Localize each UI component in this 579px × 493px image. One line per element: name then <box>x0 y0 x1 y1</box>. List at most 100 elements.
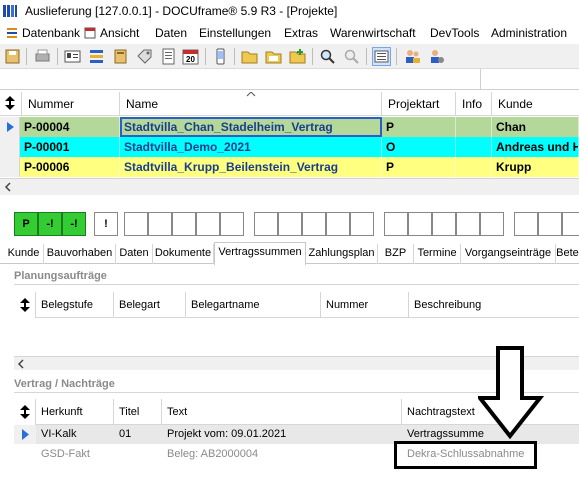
tab-dokumente[interactable]: Dokumente <box>153 244 214 264</box>
cell-name[interactable]: Stadtvilla_Demo_2021 <box>120 137 382 157</box>
menu-datenbank[interactable]: Datenbank <box>6 26 80 40</box>
cell-titel[interactable]: 01 <box>114 425 162 444</box>
cell-name[interactable]: Stadtvilla_Krupp_Beilenstein_Vertrag <box>120 157 382 177</box>
status-box-empty[interactable] <box>278 212 302 236</box>
cell-nummer[interactable]: P-00006 <box>20 157 120 177</box>
status-box-empty[interactable] <box>172 212 196 236</box>
menu-warenwirtschaft[interactable]: Warenwirtschaft <box>330 26 416 40</box>
sort-header[interactable] <box>14 399 36 425</box>
status-box-empty[interactable] <box>538 212 562 236</box>
cell-info[interactable] <box>456 137 492 157</box>
tab-vorgangseintraege[interactable]: Vorgangseinträge <box>461 244 556 264</box>
id-card-icon[interactable] <box>64 48 81 65</box>
menu-einstellungen[interactable]: Einstellungen <box>199 26 271 40</box>
list-icon[interactable] <box>88 48 105 65</box>
column-header-herkunft[interactable]: Herkunft <box>36 399 114 425</box>
column-header-beschreibung[interactable]: Beschreibung <box>409 292 579 318</box>
tab-bzp[interactable]: BZP <box>378 244 414 264</box>
save-icon[interactable] <box>4 48 21 65</box>
search-disabled-icon[interactable] <box>343 48 360 65</box>
tab-zahlungsplan[interactable]: Zahlungsplan <box>306 244 378 264</box>
table-row[interactable]: P-00001 Stadtvilla_Demo_2021 O Andreas u… <box>0 137 579 157</box>
status-box-p[interactable]: P <box>14 212 38 236</box>
folder-add-icon[interactable] <box>289 48 306 65</box>
status-box-warning[interactable]: -! <box>38 212 62 236</box>
grid-sort-header[interactable] <box>0 92 22 116</box>
tab-termine[interactable]: Termine <box>414 244 461 264</box>
tag-icon[interactable] <box>136 48 153 65</box>
cell-kunde[interactable]: Chan <box>492 117 579 137</box>
horizontal-scrollbar[interactable] <box>0 178 579 195</box>
column-header-kunde[interactable]: Kunde <box>492 92 579 116</box>
cell-kunde[interactable]: Andreas und He <box>492 137 579 157</box>
user-settings-icon[interactable] <box>428 48 445 65</box>
search-icon[interactable] <box>319 48 336 65</box>
cell-herkunft[interactable]: VI-Kalk <box>36 425 114 444</box>
tab-bete[interactable]: Bete <box>556 244 579 264</box>
cell-text[interactable]: Beleg: AB2000004 <box>162 445 402 464</box>
status-box-empty[interactable] <box>124 212 148 236</box>
column-header-info[interactable]: Info <box>456 92 492 116</box>
column-header-text[interactable]: Text <box>162 399 402 425</box>
status-box-empty[interactable] <box>302 212 326 236</box>
column-header-belegstufe[interactable]: Belegstufe <box>36 292 114 318</box>
folder-icon[interactable] <box>241 48 258 65</box>
status-box-empty[interactable] <box>408 212 432 236</box>
column-header-name[interactable]: Name <box>120 92 382 116</box>
cell-nummer[interactable]: P-00004 <box>20 117 120 137</box>
tab-kunde[interactable]: Kunde <box>4 244 44 264</box>
cell-text[interactable]: Projekt vom: 09.01.2021 <box>162 425 402 444</box>
users-icon[interactable] <box>404 48 421 65</box>
cell-info[interactable] <box>456 117 492 137</box>
column-header-belegartname[interactable]: Belegartname <box>186 292 321 318</box>
status-box-alert[interactable]: ! <box>94 212 118 236</box>
status-box-empty[interactable] <box>480 212 504 236</box>
cell-projektart[interactable]: P <box>382 157 456 177</box>
status-box-empty[interactable] <box>514 212 538 236</box>
phone-icon[interactable] <box>212 48 229 65</box>
scroll-left-icon[interactable] <box>16 359 26 369</box>
folder-open-icon[interactable] <box>265 48 282 65</box>
status-box-empty[interactable] <box>432 212 456 236</box>
status-box-empty[interactable] <box>196 212 220 236</box>
tab-daten[interactable]: Daten <box>116 244 153 264</box>
layout-icon[interactable] <box>372 47 391 66</box>
cell-name[interactable]: Stadtvilla_Chan_Stadelheim_Vertrag <box>120 117 382 137</box>
menu-daten[interactable]: Daten <box>155 26 187 40</box>
table-row[interactable]: P-00006 Stadtvilla_Krupp_Beilenstein_Ver… <box>0 157 579 177</box>
print-icon[interactable] <box>34 48 51 65</box>
sort-header[interactable] <box>14 292 36 318</box>
cell-titel[interactable] <box>114 445 162 464</box>
status-box-empty[interactable] <box>456 212 480 236</box>
document-icon[interactable] <box>160 48 177 65</box>
status-box-empty[interactable] <box>254 212 278 236</box>
menu-extras[interactable]: Extras <box>284 26 318 40</box>
status-box-empty[interactable] <box>148 212 172 236</box>
cell-info[interactable] <box>456 157 492 177</box>
menu-administration[interactable]: Administration <box>491 26 567 40</box>
menu-ansicht[interactable]: Ansicht <box>84 26 139 40</box>
cell-projektart[interactable]: O <box>382 137 456 157</box>
table-row[interactable]: P-00004 Stadtvilla_Chan_Stadelheim_Vertr… <box>0 117 579 137</box>
status-box-empty[interactable] <box>350 212 374 236</box>
column-header-projektart[interactable]: Projektart <box>382 92 456 116</box>
menu-devtools[interactable]: DevTools <box>430 26 479 40</box>
book-icon[interactable] <box>112 48 129 65</box>
tab-vertragssummen[interactable]: Vertragssummen <box>214 242 306 265</box>
status-box-empty[interactable] <box>562 212 579 236</box>
status-box-empty[interactable] <box>220 212 244 236</box>
cell-projektart[interactable]: P <box>382 117 456 137</box>
calendar-icon[interactable]: 20 <box>182 48 199 65</box>
column-header-belegart[interactable]: Belegart <box>114 292 186 318</box>
cell-herkunft[interactable]: GSD-Fakt <box>36 445 114 464</box>
status-box-empty[interactable] <box>384 212 408 236</box>
column-header-nummer[interactable]: Nummer <box>321 292 409 318</box>
scroll-left-icon[interactable] <box>3 182 13 192</box>
column-header-titel[interactable]: Titel <box>114 399 162 425</box>
status-box-empty[interactable] <box>326 212 350 236</box>
tab-bauvorhaben[interactable]: Bauvorhaben <box>44 244 116 264</box>
cell-nummer[interactable]: P-00001 <box>20 137 120 157</box>
column-header-nummer[interactable]: Nummer <box>22 92 120 116</box>
cell-kunde[interactable]: Krupp <box>492 157 579 177</box>
status-box-warning[interactable]: -! <box>62 212 86 236</box>
